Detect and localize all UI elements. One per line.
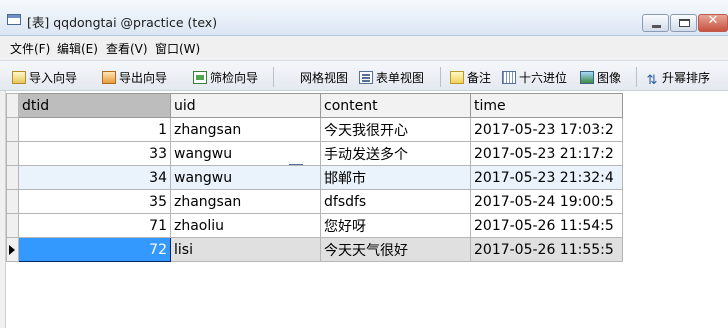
current-row-arrow-icon <box>9 245 15 255</box>
column-header-dtid[interactable]: dtid <box>18 93 171 118</box>
cell-dtid[interactable]: 35 <box>18 189 171 214</box>
cell-content[interactable]: 您好呀 <box>320 213 471 238</box>
hex-icon <box>502 71 516 84</box>
cell-time[interactable]: 2017-05-23 21:17:2 <box>470 141 623 166</box>
cell-time[interactable]: 2017-05-23 17:03:2 <box>470 117 623 142</box>
cell-content[interactable]: dfsdfs <box>320 189 471 214</box>
row-indicator-current[interactable] <box>6 237 19 262</box>
title-bar: [表] qqdongtai @practice (tex) ✕ <box>0 0 728 36</box>
menu-window[interactable]: 窗口(W) <box>155 40 200 57</box>
table-row[interactable]: 34 wangwu 邯郸市 2017-05-23 21:32:4 <box>6 165 623 190</box>
cell-uid[interactable]: zhangsan <box>170 117 321 142</box>
cell-dtid-focused[interactable]: 72 <box>18 237 171 262</box>
close-icon: ✕ <box>707 13 719 28</box>
form-view-label: 表单视图 <box>376 71 425 85</box>
table-window-icon <box>7 14 21 25</box>
cell-dtid[interactable]: 1 <box>18 117 171 142</box>
memo-label: 备注 <box>467 71 492 85</box>
row-indicator[interactable] <box>6 117 19 142</box>
cell-dtid[interactable]: 33 <box>18 141 171 166</box>
grid-view-label: 网格视图 <box>300 71 349 85</box>
minimize-icon <box>652 25 661 28</box>
cell-time[interactable]: 2017-05-26 11:55:5 <box>470 237 623 262</box>
filter-icon <box>193 71 207 84</box>
menu-file[interactable]: 文件(F) <box>10 40 50 57</box>
header-row: dtid uid content time <box>6 93 623 118</box>
sort-ascending-label: 升幂排序 <box>662 71 711 85</box>
table-row[interactable]: 71 zhaoliu 您好呀 2017-05-26 11:54:5 <box>6 213 623 238</box>
cell-uid[interactable]: zhaoliu <box>170 213 321 238</box>
table-row[interactable]: 35 zhangsan dfsdfs 2017-05-24 19:00:5 <box>6 189 623 214</box>
table-row-selected[interactable]: 72 lisi 今天天气很好 2017-05-26 11:55:5 <box>6 237 623 262</box>
import-icon <box>12 71 26 84</box>
toolbar-separator <box>440 67 441 87</box>
form-view-icon <box>359 71 373 84</box>
cell-content[interactable]: 邯郸市 <box>320 165 471 190</box>
form-view-button[interactable]: 表单视图 <box>359 69 424 85</box>
column-header-uid[interactable]: uid <box>170 93 321 118</box>
maximize-button[interactable] <box>670 14 697 32</box>
sort-ascending-button[interactable]: ⇅ 升幂排序 <box>645 69 711 88</box>
cell-dtid[interactable]: 71 <box>18 213 171 238</box>
export-icon <box>102 71 116 84</box>
cell-content[interactable]: 手动发送多个 <box>320 141 471 166</box>
image-icon <box>580 71 594 84</box>
window-title: [表] qqdongtai @practice (tex) <box>27 15 218 30</box>
cell-time[interactable]: 2017-05-26 11:54:5 <box>470 213 623 238</box>
close-button[interactable]: ✕ <box>698 13 728 32</box>
import-wizard-button[interactable]: 导入向导 <box>12 69 77 85</box>
cell-dtid[interactable]: 34 <box>18 165 171 190</box>
memo-button[interactable]: 备注 <box>450 69 491 85</box>
cell-content[interactable]: 今天我很开心 <box>320 117 471 142</box>
row-indicator[interactable] <box>6 213 19 238</box>
toolbar-separator <box>273 67 274 87</box>
table-row[interactable]: 33 wangwu 手动发送多个 2017-05-23 21:17:2 <box>6 141 623 166</box>
row-indicator[interactable] <box>6 165 19 190</box>
menu-view[interactable]: 查看(V) <box>106 40 148 57</box>
sort-ascending-icon: ⇅ <box>646 73 658 88</box>
export-wizard-label: 导出向导 <box>119 71 168 85</box>
memo-icon <box>450 71 464 84</box>
cell-uid[interactable]: zhangsan <box>170 189 321 214</box>
filter-wizard-button[interactable]: 筛检向导 <box>193 69 258 85</box>
export-wizard-button[interactable]: 导出向导 <box>102 69 167 85</box>
toolbar: 导入向导 导出向导 筛检向导 网格视图 表单视图 备注 十六进位 图像 ⇅ 升幂排… <box>0 60 728 177</box>
data-table: dtid uid content time 1 zhangsan 今天我很开心 … <box>6 93 623 262</box>
hex-label: 十六进位 <box>519 71 568 85</box>
maximize-icon <box>679 19 690 27</box>
menu-edit[interactable]: 编辑(E) <box>57 40 98 57</box>
cell-uid[interactable]: lisi <box>170 237 321 262</box>
cell-time[interactable]: 2017-05-24 19:00:5 <box>470 189 623 214</box>
cell-uid[interactable]: wangwu <box>170 141 321 166</box>
image-label: 图像 <box>597 71 622 85</box>
minimize-button[interactable] <box>642 14 669 32</box>
grid-view-button[interactable]: 网格视图 <box>283 69 349 177</box>
hex-button[interactable]: 十六进位 <box>502 69 567 85</box>
row-indicator[interactable] <box>6 189 19 214</box>
menu-bar: 文件(F) 编辑(E) 查看(V) 窗口(W) <box>0 36 728 60</box>
toolbar-separator <box>636 67 637 87</box>
column-header-content[interactable]: content <box>320 93 471 118</box>
data-grid[interactable]: dtid uid content time 1 zhangsan 今天我很开心 … <box>6 93 623 262</box>
table-row[interactable]: 1 zhangsan 今天我很开心 2017-05-23 17:03:2 <box>6 117 623 142</box>
filter-wizard-label: 筛检向导 <box>210 71 259 85</box>
cell-time[interactable]: 2017-05-23 21:32:4 <box>470 165 623 190</box>
image-button[interactable]: 图像 <box>580 69 621 85</box>
cell-uid[interactable]: wangwu <box>170 165 321 190</box>
import-wizard-label: 导入向导 <box>29 71 78 85</box>
cell-content[interactable]: 今天天气很好 <box>320 237 471 262</box>
column-header-time[interactable]: time <box>470 93 623 118</box>
row-indicator-header <box>6 93 19 118</box>
row-indicator[interactable] <box>6 141 19 166</box>
